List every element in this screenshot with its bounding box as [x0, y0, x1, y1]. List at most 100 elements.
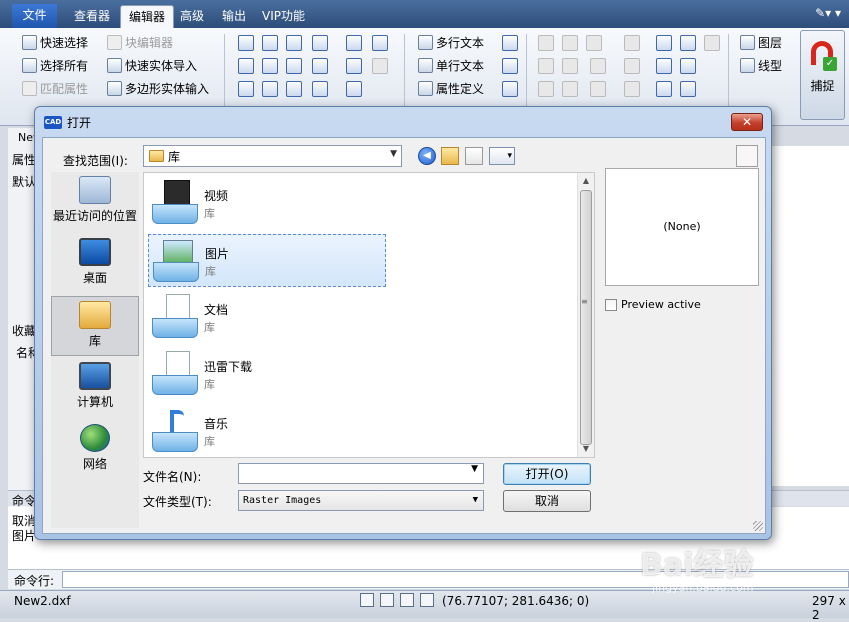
pencil-tool-icon[interactable] — [346, 58, 362, 74]
array-tool-icon[interactable] — [372, 58, 388, 74]
layer-button[interactable]: 图层 — [740, 34, 782, 51]
snap-button[interactable]: ✓ 捕捉 — [800, 30, 845, 120]
fillet-icon[interactable] — [562, 81, 578, 97]
region-tool-icon[interactable] — [312, 58, 328, 74]
rotate-icon[interactable] — [562, 35, 578, 51]
table-tool-icon[interactable] — [346, 81, 362, 97]
move-icon[interactable] — [538, 35, 554, 51]
select-all-button[interactable]: 选择所有 — [22, 57, 88, 74]
block-editor-button[interactable]: 块编辑器 — [107, 34, 173, 51]
offset-icon[interactable] — [624, 58, 640, 74]
up-folder-icon[interactable] — [441, 147, 459, 165]
tab-editor[interactable]: 编辑器 — [120, 5, 175, 28]
text-style-icon[interactable] — [502, 35, 518, 51]
file-menu-button[interactable]: 文件 — [12, 4, 57, 28]
properties-tab[interactable]: 属性 — [12, 151, 36, 168]
curve-tool-icon[interactable] — [238, 81, 254, 97]
mtext-button[interactable]: 多行文本 — [418, 34, 484, 51]
default-combo[interactable]: 默认 — [12, 173, 36, 190]
place-library[interactable]: 库 — [51, 296, 139, 356]
gear-tool-icon[interactable] — [372, 35, 388, 51]
preview-zoom-icon[interactable] — [736, 145, 758, 167]
view-menu-icon[interactable]: ▾ — [489, 147, 515, 165]
explode-icon[interactable] — [704, 35, 720, 51]
back-icon[interactable]: ◀ — [418, 147, 436, 165]
tab-output[interactable]: 输出 — [214, 5, 254, 28]
tab-vip[interactable]: VIP功能 — [254, 5, 313, 28]
file-list[interactable]: 视频 库 图片 库 文档 库 迅雷下载 库 音乐 库 ▲ ≡ ▼ — [143, 172, 595, 458]
copy-tool-icon[interactable] — [346, 35, 362, 51]
linetype-button[interactable]: 线型 — [740, 57, 782, 74]
scroll-thumb[interactable] — [580, 190, 592, 445]
polygon-input-button[interactable]: 多边形实体输入 — [107, 80, 209, 97]
polar-status-icon[interactable] — [420, 593, 434, 607]
preview-active-checkbox[interactable]: Preview active — [605, 298, 701, 311]
dialog-titlebar[interactable]: CAD 打开 ✕ — [35, 107, 771, 137]
extend-icon[interactable] — [590, 58, 606, 74]
resize-grip[interactable] — [753, 521, 763, 531]
favorites-tab[interactable]: 收藏 — [12, 322, 36, 339]
chevron-down-icon[interactable]: ▼ — [390, 149, 397, 159]
list-item[interactable]: 图片 库 — [148, 234, 386, 287]
polyline-tool-icon[interactable] — [262, 35, 278, 51]
erase-icon[interactable] — [538, 58, 554, 74]
scroll-up-icon[interactable]: ▲ — [578, 173, 594, 189]
snap-status-icon[interactable] — [360, 593, 374, 607]
item-type: 库 — [205, 265, 216, 278]
break-icon[interactable] — [680, 58, 696, 74]
group-icon[interactable] — [680, 35, 696, 51]
grid-status-icon[interactable] — [380, 593, 394, 607]
hatch-tool-icon[interactable] — [262, 81, 278, 97]
file-name-input[interactable]: ▼ — [238, 463, 484, 484]
checkbox-icon[interactable] — [605, 298, 617, 311]
align-icon[interactable] — [656, 81, 672, 97]
text-edit-icon[interactable] — [502, 58, 518, 74]
text-field-icon[interactable] — [502, 81, 518, 97]
quick-import-button[interactable]: 快速实体导入 — [107, 57, 197, 74]
ortho-status-icon[interactable] — [400, 593, 414, 607]
chevron-down-icon[interactable]: ▼ — [471, 464, 478, 474]
list-item[interactable]: 视频 库 — [148, 177, 386, 230]
mirror-icon[interactable] — [586, 35, 602, 51]
spline-tool-icon[interactable] — [312, 35, 328, 51]
scale-icon[interactable] — [624, 35, 640, 51]
lengthen-icon[interactable] — [624, 81, 640, 97]
chevron-down-icon[interactable]: ▼ — [473, 491, 478, 510]
trim-icon[interactable] — [562, 58, 578, 74]
stext-button[interactable]: 单行文本 — [418, 57, 484, 74]
stretch-icon[interactable] — [590, 81, 606, 97]
place-network[interactable]: 网络 — [51, 420, 139, 480]
attdef-button[interactable]: 属性定义 — [418, 80, 484, 97]
list-item[interactable]: 文档 库 — [148, 291, 386, 344]
ellipse-tool-icon[interactable] — [262, 58, 278, 74]
clone-icon[interactable] — [656, 35, 672, 51]
list-item[interactable]: 音乐 库 — [148, 405, 386, 458]
line-tool-icon[interactable] — [238, 35, 254, 51]
place-recent[interactable]: 最近访问的位置 — [51, 172, 139, 232]
place-computer[interactable]: 计算机 — [51, 358, 139, 418]
place-desktop[interactable]: 桌面 — [51, 234, 139, 294]
point-tool-icon[interactable] — [286, 81, 302, 97]
close-button[interactable]: ✕ — [731, 113, 763, 131]
look-in-combo[interactable]: 库 ▼ — [143, 145, 402, 167]
quick-select-button[interactable]: 快速选择 — [22, 34, 88, 51]
item-name: 音乐 — [204, 417, 229, 431]
match-props-button[interactable]: 匹配属性 — [22, 80, 88, 97]
rectangle-tool-icon[interactable] — [286, 35, 302, 51]
arc-tool-icon[interactable] — [286, 58, 302, 74]
add-icon[interactable] — [680, 81, 696, 97]
image-tool-icon[interactable] — [312, 81, 328, 97]
open-button[interactable]: 打开(O) — [503, 463, 591, 485]
new-folder-icon[interactable] — [465, 147, 483, 165]
tab-advanced[interactable]: 高级 — [172, 5, 212, 28]
tab-viewer[interactable]: 查看器 — [66, 5, 118, 28]
vertical-scrollbar[interactable]: ▲ ≡ ▼ — [577, 173, 594, 457]
cancel-button[interactable]: 取消 — [503, 490, 591, 512]
chamfer-icon[interactable] — [538, 81, 554, 97]
quick-access-icon[interactable]: ✎▾ ▾ — [815, 6, 841, 20]
list-item[interactable]: 迅雷下载 库 — [148, 348, 386, 401]
circle-tool-icon[interactable] — [238, 58, 254, 74]
file-type-combo[interactable]: Raster Images ▼ — [238, 490, 484, 511]
scroll-down-icon[interactable]: ▼ — [578, 441, 594, 457]
join-icon[interactable] — [656, 58, 672, 74]
